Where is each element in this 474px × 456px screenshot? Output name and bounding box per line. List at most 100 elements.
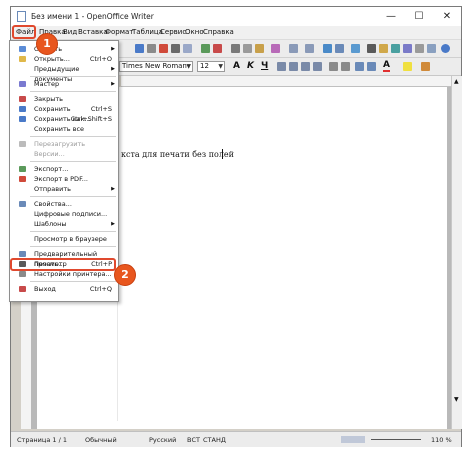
menu-item-icon: [19, 81, 26, 87]
font-size-value: 12: [200, 62, 209, 70]
format-paintbrush-icon[interactable]: [271, 44, 280, 53]
menu-item-label: Отправить: [34, 185, 71, 193]
file-menu-item[interactable]: Экспорт...: [10, 164, 118, 174]
menu-table[interactable]: Таблица: [132, 28, 163, 36]
indent-decrease-icon[interactable]: [355, 62, 364, 71]
numbering-icon[interactable]: [329, 62, 338, 71]
menu-separator: [30, 231, 116, 232]
file-menu-item[interactable]: Отправить ▶: [10, 184, 118, 194]
autospell-icon[interactable]: [213, 44, 222, 53]
scroll-down-arrow[interactable]: ▼: [454, 396, 459, 403]
justify-icon[interactable]: [313, 62, 322, 71]
chevron-down-icon: ▼: [186, 63, 191, 70]
menu-item-label: Экспорт...: [34, 165, 69, 173]
highlight-icon[interactable]: [403, 62, 412, 71]
page-indicator: Страница 1 / 1: [17, 436, 67, 444]
background-color-icon[interactable]: [421, 62, 430, 71]
zoom-level[interactable]: 110 %: [431, 436, 452, 444]
file-menu-item[interactable]: Закрыть: [10, 94, 118, 104]
file-menu-item[interactable]: Экспорт в PDF...: [10, 174, 118, 184]
menu-help[interactable]: Справка: [203, 28, 234, 36]
align-right-icon[interactable]: [301, 62, 310, 71]
menu-item-shortcut: Ctrl+S: [90, 105, 112, 113]
font-name-combo[interactable]: Times New Roman ▼: [119, 61, 193, 72]
nonprinting-chars-icon[interactable]: [415, 44, 424, 53]
menu-bar: Файл Правка Вид Вставка Формат Таблица С…: [11, 26, 461, 40]
selection-mode[interactable]: СТАНД: [203, 436, 226, 444]
pdf-icon[interactable]: [159, 44, 168, 53]
hyperlink-icon[interactable]: [323, 44, 332, 53]
menu-item-label: Открыть...: [34, 55, 70, 63]
close-button[interactable]: ✕: [433, 7, 461, 26]
save-icon[interactable]: [135, 44, 144, 53]
datasource-icon[interactable]: [403, 44, 412, 53]
file-menu-item[interactable]: Сохранить Ctrl+S: [10, 104, 118, 114]
align-left-icon[interactable]: [277, 62, 286, 71]
bold-icon[interactable]: A: [233, 61, 240, 71]
edit-file-icon[interactable]: [147, 44, 156, 53]
menu-item-icon: [19, 106, 26, 112]
insert-mode[interactable]: ВСТ: [187, 436, 200, 444]
menu-item-icon: [19, 166, 26, 172]
undo-icon[interactable]: [289, 44, 298, 53]
font-size-combo[interactable]: 12 ▼: [197, 61, 225, 72]
submenu-arrow-icon: ▶: [111, 46, 115, 52]
file-menu-item[interactable]: Создать▶: [10, 44, 118, 54]
menu-separator: [30, 246, 116, 247]
menu-format[interactable]: Формат: [105, 28, 133, 36]
document-text[interactable]: кста для печати без полей: [121, 150, 234, 159]
draw-icon[interactable]: [351, 44, 360, 53]
zoom-icon[interactable]: [427, 44, 436, 53]
file-menu-item[interactable]: Свойства...: [10, 199, 118, 209]
zoom-slider[interactable]: [371, 439, 421, 440]
underline-icon[interactable]: Ч: [261, 61, 268, 71]
file-menu-item[interactable]: Шаблоны ▶: [10, 219, 118, 229]
file-menu-item[interactable]: Мастер ▶: [10, 79, 118, 89]
file-menu-item[interactable]: Сохранить все: [10, 124, 118, 134]
horizontal-ruler[interactable]: [121, 76, 461, 87]
table-icon[interactable]: [335, 44, 344, 53]
file-menu-item[interactable]: Открыть... Ctrl+O: [10, 54, 118, 64]
navigator-icon[interactable]: [379, 44, 388, 53]
menu-item-label: Сохранить: [34, 105, 71, 113]
scroll-up-arrow[interactable]: ▲: [454, 78, 459, 85]
spellcheck-icon[interactable]: [201, 44, 210, 53]
menu-separator: [30, 161, 116, 162]
vertical-scrollbar[interactable]: ▲ ▼: [451, 76, 462, 429]
italic-icon[interactable]: K: [247, 61, 254, 71]
title-bar: Без имени 1 - OpenOffice Writer — ☐ ✕: [11, 7, 461, 26]
gallery-icon[interactable]: [391, 44, 400, 53]
maximize-button[interactable]: ☐: [405, 7, 433, 26]
find-icon[interactable]: [367, 44, 376, 53]
font-color-icon[interactable]: A: [383, 61, 390, 72]
menu-item-label: Цифровые подписи...: [34, 210, 108, 218]
file-menu-item[interactable]: Предыдущие документы ▶: [10, 64, 118, 83]
minimize-button[interactable]: —: [377, 7, 405, 26]
status-bar: Страница 1 / 1 Обычный Русский ВСТ СТАНД…: [11, 431, 461, 447]
submenu-arrow-icon: ▶: [111, 81, 115, 87]
help-icon[interactable]: [441, 44, 450, 53]
menu-window[interactable]: Окно: [185, 28, 204, 36]
menu-view[interactable]: Вид: [63, 28, 77, 36]
cut-icon[interactable]: [231, 44, 240, 53]
indent-increase-icon[interactable]: [367, 62, 376, 71]
print-icon[interactable]: [171, 44, 180, 53]
view-layout-icon[interactable]: [341, 436, 365, 443]
menu-item-shortcut: Ctrl+Shift+S: [70, 115, 112, 123]
menu-tools[interactable]: Сервис: [160, 28, 186, 36]
menu-item-label: Мастер: [34, 80, 60, 88]
paste-icon[interactable]: [255, 44, 264, 53]
menu-insert[interactable]: Вставка: [78, 28, 108, 36]
copy-icon[interactable]: [243, 44, 252, 53]
file-menu-item[interactable]: Цифровые подписи...: [10, 209, 118, 219]
file-menu-item[interactable]: Просмотр в браузере: [10, 234, 118, 244]
file-menu-item[interactable]: Выход Ctrl+Q: [10, 284, 118, 294]
preview-icon[interactable]: [183, 44, 192, 53]
redo-icon[interactable]: [305, 44, 314, 53]
file-menu-item[interactable]: Сохранить как... Ctrl+Shift+S: [10, 114, 118, 124]
page-style: Обычный: [85, 436, 117, 444]
file-menu-item: Версии...: [10, 149, 118, 159]
menu-item-icon: [19, 176, 26, 182]
align-center-icon[interactable]: [289, 62, 298, 71]
bullets-icon[interactable]: [341, 62, 350, 71]
